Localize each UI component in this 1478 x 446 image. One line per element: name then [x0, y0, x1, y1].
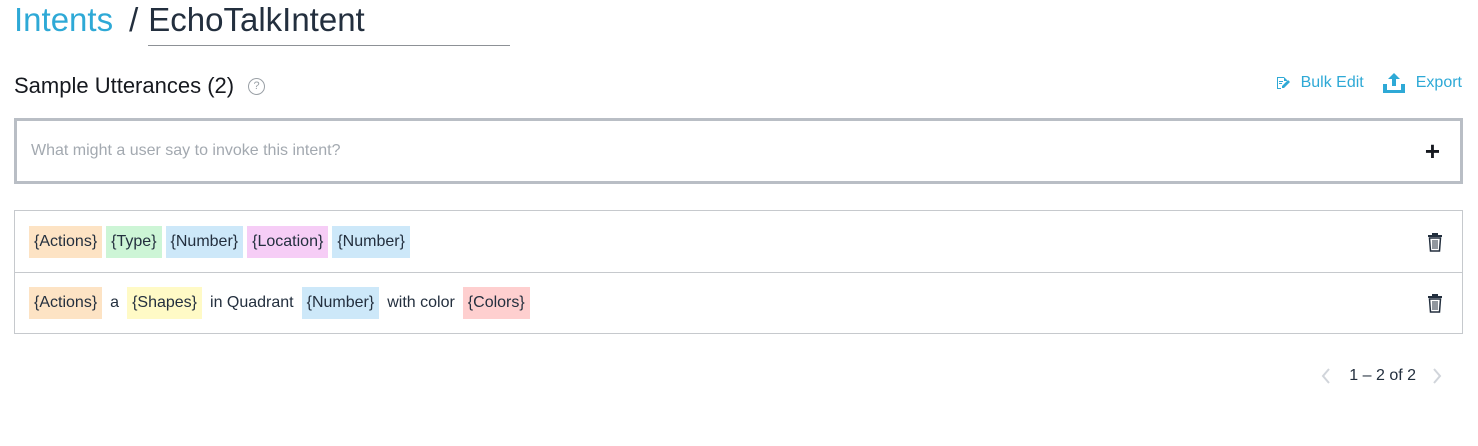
chevron-right-icon[interactable]	[1430, 366, 1444, 386]
question-circle-icon[interactable]: ?	[248, 77, 266, 95]
bulk-edit-button[interactable]: Bulk Edit	[1275, 74, 1364, 92]
utterance-input[interactable]	[31, 142, 1425, 160]
intent-name-field[interactable]: EchoTalkIntent	[148, 0, 511, 46]
utterance-input-box: +	[14, 118, 1463, 184]
pagination: 1 – 2 of 2	[1319, 366, 1444, 386]
slot-chip[interactable]: {Actions}	[29, 225, 103, 258]
utterance-row[interactable]: {Actions} {Type} {Number} {Location} {Number…	[15, 211, 1462, 272]
utterance-text: in Quadrant	[210, 294, 294, 311]
upload-icon	[1382, 72, 1406, 94]
section-title: Sample Utterances (2)	[14, 73, 235, 98]
trash-icon[interactable]	[1426, 232, 1444, 252]
slot-chip[interactable]: {Shapes}	[127, 287, 203, 319]
slot-chip[interactable]: {Actions}	[29, 287, 103, 319]
bulk-edit-label: Bulk Edit	[1300, 74, 1364, 91]
slot-chip[interactable]: {Number}	[165, 225, 244, 258]
utterance-text: with color	[387, 294, 455, 311]
slot-chip[interactable]: {Type}	[106, 225, 162, 258]
pagination-label: 1 – 2 of 2	[1349, 367, 1416, 384]
breadcrumb-separator: /	[129, 1, 139, 38]
utterance-tokens: {Actions} {Type} {Number} {Location} {Number…	[29, 225, 1426, 258]
breadcrumb: Intents / EchoTalkIntent	[14, 0, 511, 46]
chevron-left-icon[interactable]	[1319, 366, 1333, 386]
slot-chip[interactable]: {Colors}	[462, 287, 530, 319]
export-label: Export	[1415, 74, 1462, 91]
slot-chip[interactable]: {Number}	[301, 287, 380, 319]
intent-name[interactable]: EchoTalkIntent	[148, 1, 364, 38]
header-actions: Bulk Edit Export	[1275, 72, 1462, 94]
breadcrumb-intents-link[interactable]: Intents	[14, 0, 113, 40]
utterance-list: {Actions} {Type} {Number} {Location} {Number…	[14, 210, 1463, 334]
export-button[interactable]: Export	[1382, 72, 1462, 94]
slot-chip[interactable]: {Number}	[332, 225, 410, 258]
slot-chip[interactable]: {Location}	[247, 225, 329, 258]
utterances-page: Intents / EchoTalkIntent Sample Utteranc…	[0, 0, 1478, 446]
trash-icon[interactable]	[1426, 293, 1444, 313]
bulk-edit-icon	[1275, 75, 1291, 91]
utterance-text: a	[110, 294, 120, 311]
utterance-tokens: {Actions} a {Shapes} in Quadrant {Number} wit…	[29, 287, 1426, 319]
plus-icon[interactable]: +	[1425, 138, 1446, 164]
utterance-row[interactable]: {Actions} a {Shapes} in Quadrant {Number} wit…	[15, 272, 1462, 333]
section-header: Sample Utterances (2) ?	[14, 72, 266, 100]
